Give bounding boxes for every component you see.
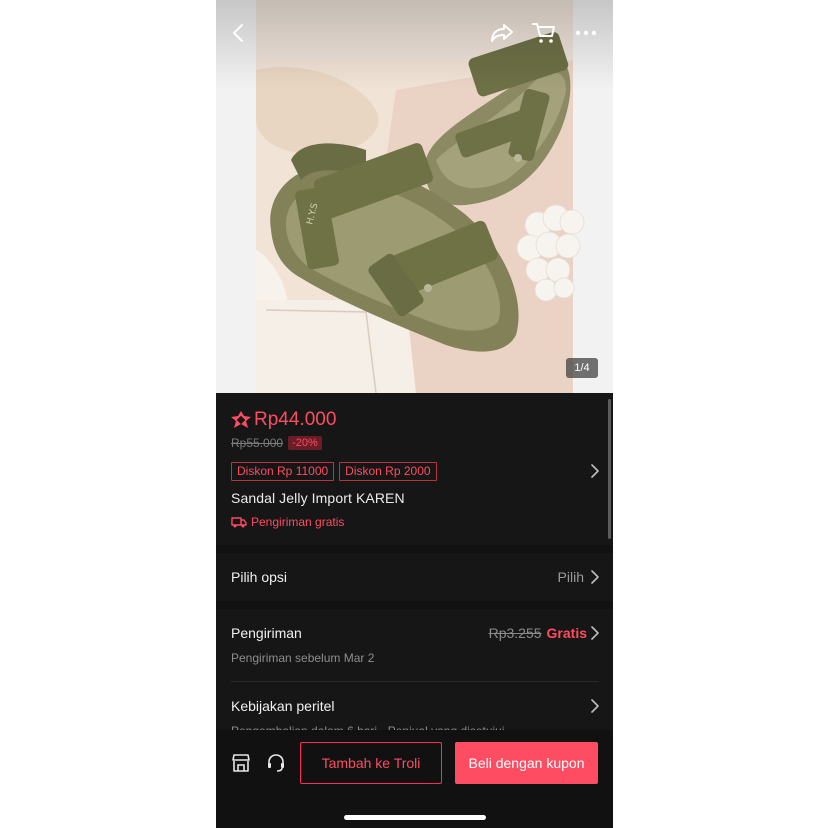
product-title: Sandal Jelly Import KAREN — [231, 490, 405, 506]
delivery-section: Pengiriman Rp3.255 Gratis Pengiriman seb… — [216, 609, 613, 739]
headset-icon — [268, 754, 284, 772]
coupon-more-button[interactable] — [591, 464, 599, 483]
cart-icon — [532, 23, 555, 43]
delivery-estimate: Pengiriman sebelum Mar 2 — [231, 651, 375, 665]
policy-more[interactable] — [591, 699, 599, 713]
home-indicator — [344, 815, 486, 820]
more-button[interactable] — [570, 18, 602, 48]
product-info: Rp44.000 Rp55.000 -20% Diskon Rp 11000 D… — [216, 393, 613, 545]
chevron-right-icon — [591, 626, 599, 640]
current-price: Rp44.000 — [254, 409, 337, 430]
option-action[interactable]: Pilih — [558, 569, 599, 585]
image-page-indicator: 1/4 — [566, 358, 598, 378]
coupon-tag[interactable]: Diskon Rp 11000 — [231, 462, 335, 481]
coupon-list[interactable]: Diskon Rp 11000 Diskon Rp 2000 — [231, 462, 442, 481]
buy-with-coupon-button[interactable]: Beli dengan kupon — [455, 742, 598, 784]
support-button[interactable] — [265, 752, 287, 774]
delivery-fee[interactable]: Rp3.255 Gratis — [489, 625, 599, 641]
price-row: Rp44.000 — [231, 409, 336, 431]
delivery-free-label: Gratis — [546, 625, 587, 641]
chevron-left-icon — [233, 24, 243, 42]
option-selector[interactable]: Pilih opsi Pilih — [216, 553, 613, 601]
coupon-tag[interactable]: Diskon Rp 2000 — [339, 462, 437, 481]
delivery-title: Pengiriman — [231, 625, 302, 641]
original-price: Rp55.000 — [231, 436, 284, 450]
store-button[interactable] — [230, 752, 252, 774]
policy-title: Kebijakan peritel — [231, 698, 335, 714]
back-button[interactable] — [222, 18, 254, 48]
free-shipping-text: Pengiriman gratis — [251, 515, 345, 529]
product-image-carousel[interactable]: H.Y.S 1/4 — [216, 0, 613, 393]
store-icon — [232, 754, 250, 772]
free-shipping-label: Pengiriman gratis — [231, 515, 344, 529]
chevron-right-icon — [591, 570, 599, 584]
divider — [231, 681, 599, 682]
share-button[interactable] — [486, 18, 518, 48]
delivery-original-fee: Rp3.255 — [488, 625, 542, 641]
share-arrow-icon — [491, 24, 513, 42]
cart-button[interactable] — [528, 18, 560, 48]
add-to-cart-button[interactable]: Tambah ke Troli — [300, 742, 442, 784]
more-dots-icon — [575, 30, 597, 36]
truck-icon — [231, 517, 247, 528]
bottom-action-bar: Tambah ke Troli Beli dengan kupon — [216, 730, 613, 828]
scrollbar[interactable] — [608, 399, 611, 539]
discount-badge: -20% — [288, 436, 322, 450]
chevron-right-icon — [591, 699, 599, 713]
chevron-right-icon — [591, 464, 599, 478]
option-title: Pilih opsi — [231, 569, 288, 585]
original-price-row: Rp55.000 -20% — [231, 436, 322, 450]
product-page: H.Y.S 1/4 Rp44.000 Rp55.000 -20% Diskon … — [216, 0, 613, 828]
flash-sale-icon — [231, 411, 251, 428]
option-action-label: Pilih — [557, 569, 584, 585]
